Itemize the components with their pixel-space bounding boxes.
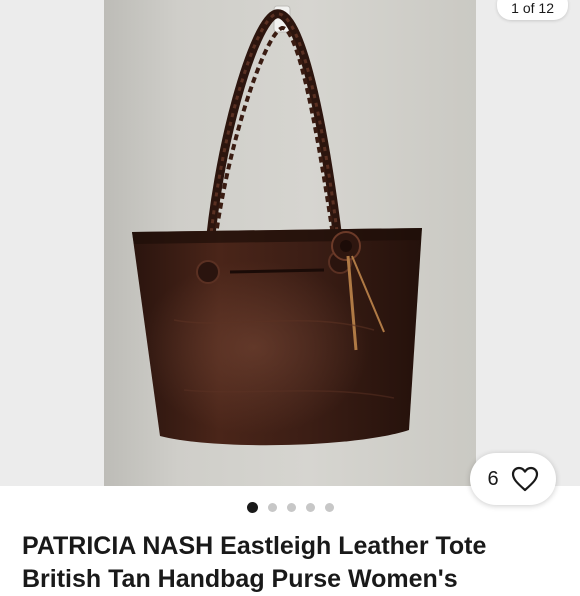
pagination-dot[interactable] xyxy=(286,503,296,512)
pagination-dot[interactable] xyxy=(267,503,277,512)
image-gallery[interactable]: 1 of 12 xyxy=(0,0,580,486)
gallery-pagination xyxy=(0,502,580,513)
image-counter: 1 of 12 xyxy=(497,0,568,20)
product-photo[interactable] xyxy=(104,0,476,486)
listing-title: PATRICIA NASH Eastleigh Leather Tote Bri… xyxy=(22,532,487,593)
watch-button[interactable]: 6 xyxy=(470,453,556,505)
watch-count: 6 xyxy=(487,467,499,490)
tote-bag-image xyxy=(132,5,422,446)
pagination-dot[interactable] xyxy=(246,502,258,513)
pagination-dot[interactable] xyxy=(305,503,315,512)
pagination-dot[interactable] xyxy=(324,503,334,512)
heart-icon xyxy=(511,466,538,492)
